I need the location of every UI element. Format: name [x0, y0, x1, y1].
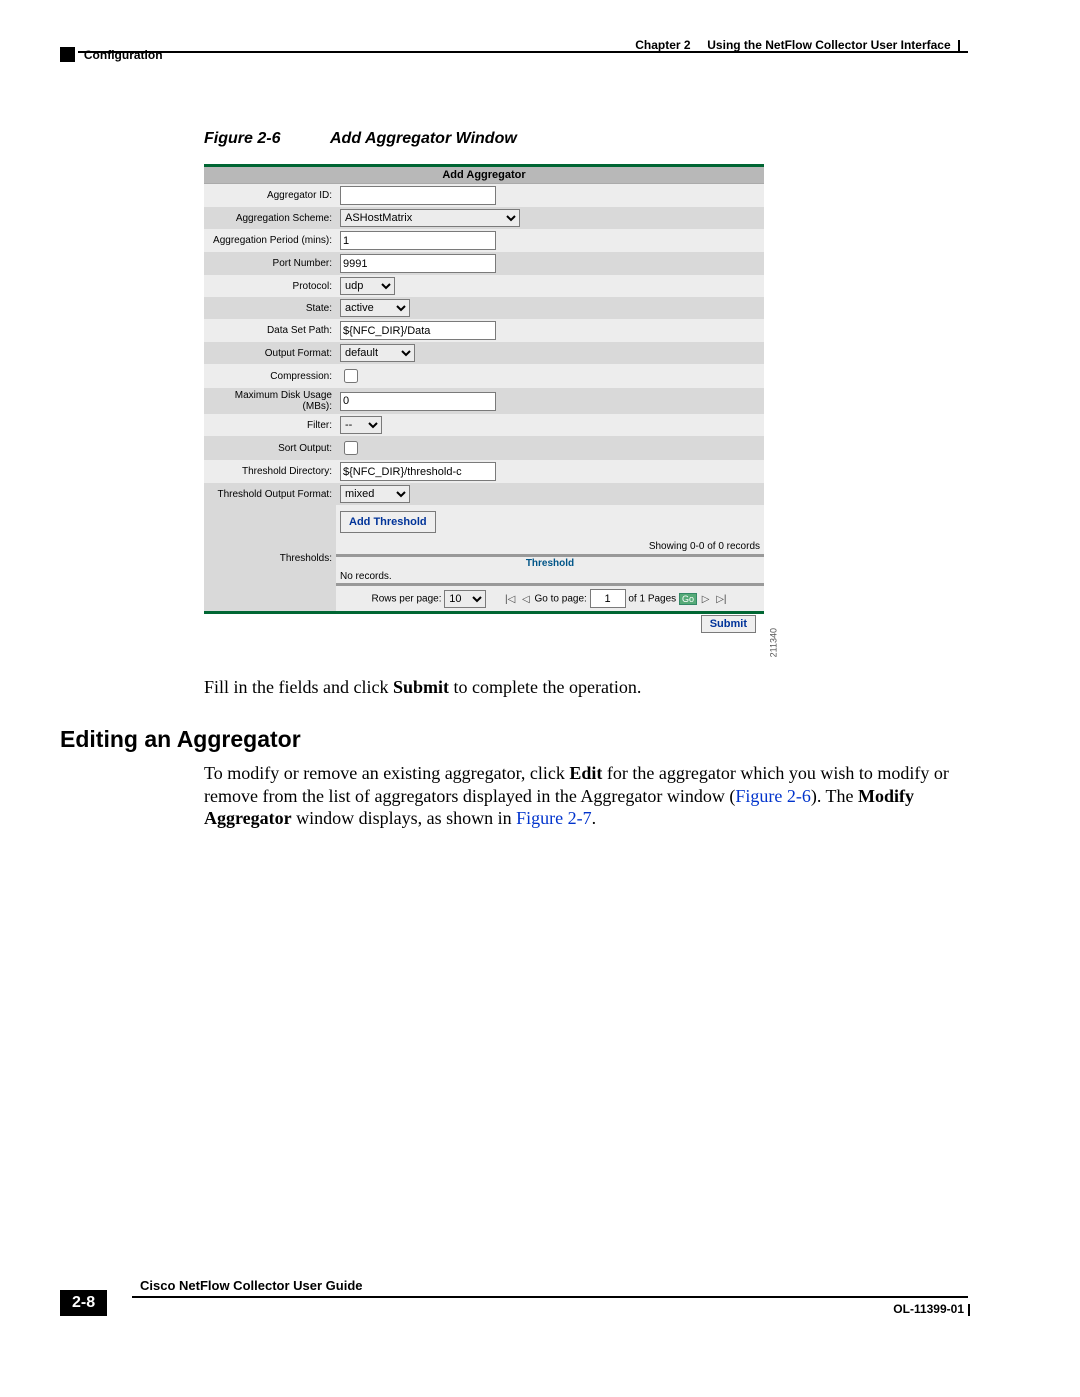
goto-page-input[interactable]	[590, 589, 626, 608]
panel-title: Add Aggregator	[204, 167, 764, 184]
label-threshold-directory: Threshold Directory:	[204, 460, 336, 483]
label-thresholds: Thresholds:	[204, 505, 336, 611]
protocol-select[interactable]: udp	[340, 277, 395, 295]
figure-title: Add Aggregator Window	[330, 130, 517, 147]
label-data-set-path: Data Set Path:	[204, 319, 336, 342]
sort-output-checkbox[interactable]	[344, 441, 358, 455]
add-aggregator-screenshot: Add Aggregator Aggregator ID: Aggregatio…	[204, 164, 764, 634]
label-port-number: Port Number:	[204, 252, 336, 275]
filter-select[interactable]: --	[340, 416, 382, 434]
state-select[interactable]: active	[340, 299, 410, 317]
of-pages-text: of 1 Pages	[628, 594, 676, 605]
label-output-format: Output Format:	[204, 342, 336, 364]
label-aggregator-id: Aggregator ID:	[204, 184, 336, 207]
label-threshold-output-format: Threshold Output Format:	[204, 483, 336, 505]
compression-checkbox[interactable]	[344, 369, 358, 383]
header-square-icon	[60, 47, 75, 62]
label-protocol: Protocol:	[204, 275, 336, 297]
doc-id: OL-11399-01	[893, 1302, 964, 1316]
fill-text-bold: Submit	[393, 677, 449, 697]
figure-2-7-link[interactable]: Figure 2-7	[516, 808, 592, 828]
output-format-select[interactable]: default	[340, 344, 415, 362]
pager-last-icon[interactable]: ▷|	[714, 594, 728, 605]
threshold-column-header[interactable]: Threshold	[336, 557, 764, 570]
chapter-title: Using the NetFlow Collector User Interfa…	[707, 38, 950, 52]
fill-text-post: to complete the operation.	[449, 677, 641, 697]
label-compression: Compression:	[204, 364, 336, 388]
label-max-disk-usage: Maximum Disk Usage (MBs):	[204, 388, 336, 414]
pager-first-icon[interactable]: |◁	[503, 594, 517, 605]
label-sort-output: Sort Output:	[204, 436, 336, 460]
footer-guide-title: Cisco NetFlow Collector User Guide	[140, 1278, 363, 1293]
threshold-no-records: No records.	[336, 570, 764, 583]
editing-aggregator-heading: Editing an Aggregator	[60, 726, 301, 753]
rows-per-page-label: Rows per page:	[371, 594, 441, 605]
edit-para-1a: To modify or remove an existing aggregat…	[204, 763, 569, 783]
threshold-pager: Rows per page: 10 |◁ ◁ Go to page: of 1 …	[336, 586, 764, 611]
add-threshold-button[interactable]: Add Threshold	[340, 511, 436, 533]
port-number-input[interactable]	[340, 254, 496, 273]
edit-para-1g: .	[592, 808, 597, 828]
figure-2-6-link[interactable]: Figure 2-6	[735, 786, 811, 806]
data-set-path-input[interactable]	[340, 321, 496, 340]
aggregation-scheme-select[interactable]: ASHostMatrix	[340, 209, 520, 227]
rows-per-page-select[interactable]: 10	[444, 590, 486, 608]
screenshot-id: 211340	[768, 628, 778, 657]
pager-prev-icon[interactable]: ◁	[520, 594, 532, 605]
edit-para-1f: window displays, as shown in	[292, 808, 517, 828]
page-number-badge: 2-8	[60, 1290, 107, 1316]
label-state: State:	[204, 297, 336, 319]
threshold-output-format-select[interactable]: mixed	[340, 485, 410, 503]
label-aggregation-scheme: Aggregation Scheme:	[204, 207, 336, 229]
pager-next-icon[interactable]: ▷	[700, 594, 712, 605]
section-name: Configuration	[84, 48, 163, 62]
chapter-label: Chapter 2	[635, 38, 690, 52]
fill-text-pre: Fill in the fields and click	[204, 677, 393, 697]
pager-go-button[interactable]: Go	[679, 593, 697, 605]
goto-page-label: Go to page:	[535, 594, 587, 605]
max-disk-usage-input[interactable]	[340, 392, 496, 411]
threshold-directory-input[interactable]	[340, 462, 496, 481]
submit-button[interactable]: Submit	[701, 615, 756, 633]
label-aggregation-period: Aggregation Period (mins):	[204, 229, 336, 252]
threshold-count-text: Showing 0-0 of 0 records	[336, 539, 764, 554]
edit-bold-edit: Edit	[569, 763, 602, 783]
aggregator-id-input[interactable]	[340, 186, 496, 205]
aggregation-period-input[interactable]	[340, 231, 496, 250]
edit-para-1d: ). The	[811, 786, 858, 806]
figure-label: Figure 2-6	[204, 130, 280, 147]
label-filter: Filter:	[204, 414, 336, 436]
